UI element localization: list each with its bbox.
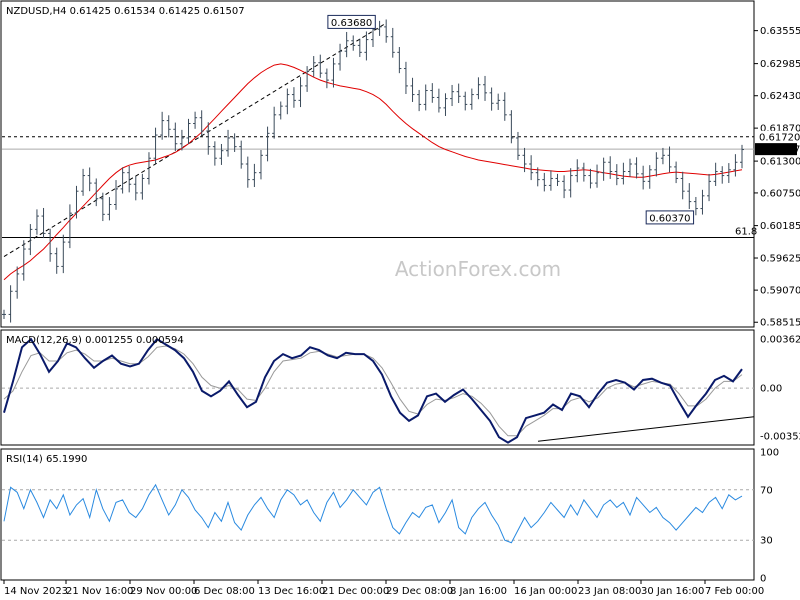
fib-label: 61.8 <box>735 226 757 237</box>
svg-text:0.61507: 0.61507 <box>759 145 800 156</box>
price-tick-label: 0.58515 <box>760 318 800 329</box>
price-tick-label: 0.63555 <box>760 26 800 37</box>
rsi-label: RSI(14) 65.1990 <box>6 454 87 465</box>
time-tick-label: 6 Dec 08:00 <box>194 586 255 597</box>
price-tick-label: 0.62430 <box>760 91 800 102</box>
macd-tick-label: -0.003525 <box>760 432 800 443</box>
rsi-tick-label: 100 <box>760 448 779 459</box>
price-tick-label: 0.59070 <box>760 286 800 297</box>
time-tick-label: 23 Jan 08:00 <box>578 586 641 597</box>
price-tick-label: 0.62985 <box>760 59 800 70</box>
macd-tick-label: 0.00 <box>760 384 782 395</box>
time-tick-label: 29 Dec 08:00 <box>386 586 453 597</box>
svg-text:0.61720: 0.61720 <box>759 132 800 143</box>
macd-panel <box>0 329 755 446</box>
low-label: 0.60370 <box>645 210 695 225</box>
time-tick-label: 16 Jan 00:00 <box>514 586 577 597</box>
forex-chart[interactable]: ActionForex.com NZDUSD,H4 0.61425 0.6153… <box>0 0 800 600</box>
resistance-tag: 0.61720 <box>755 130 800 143</box>
macd-label: MACD(12,26,9) 0.001255 0.000594 <box>6 335 184 346</box>
price-y-axis: 0.635550.629850.624300.618700.613000.607… <box>754 26 800 329</box>
time-tick-label: 21 Nov 16:00 <box>66 586 133 597</box>
time-tick-label: 21 Dec 00:00 <box>322 586 389 597</box>
watermark: ActionForex.com <box>395 257 561 281</box>
symbol-header: NZDUSD,H4 0.61425 0.61534 0.61425 0.6150… <box>6 6 245 17</box>
price-panel <box>0 0 755 328</box>
rsi-tick-label: 70 <box>760 485 773 496</box>
rsi-tick-label: 30 <box>760 536 773 547</box>
rsi-tick-label: 0 <box>760 574 766 585</box>
svg-text:0.60370: 0.60370 <box>649 213 690 224</box>
high-label: 0.63680 <box>327 14 376 29</box>
time-tick-label: 30 Jan 16:00 <box>641 586 704 597</box>
svg-text:0.63680: 0.63680 <box>331 18 372 29</box>
price-tick-label: 0.60185 <box>760 221 800 232</box>
time-axis: 14 Nov 202321 Nov 16:0029 Nov 00:006 Dec… <box>3 580 764 597</box>
current-price-tag: 0.61507 <box>755 143 800 156</box>
time-tick-label: 13 Dec 16:00 <box>258 586 325 597</box>
rsi-panel <box>0 448 755 581</box>
time-tick-label: 7 Feb 00:00 <box>705 586 764 597</box>
price-tick-label: 0.61300 <box>760 157 800 168</box>
time-tick-label: 29 Nov 00:00 <box>130 586 197 597</box>
macd-tick-label: 0.003624 <box>760 334 800 345</box>
time-tick-label: 14 Nov 2023 <box>4 586 68 597</box>
time-tick-label: 8 Jan 16:00 <box>450 586 507 597</box>
price-tick-label: 0.60750 <box>760 188 800 199</box>
price-tick-label: 0.59625 <box>760 254 800 265</box>
